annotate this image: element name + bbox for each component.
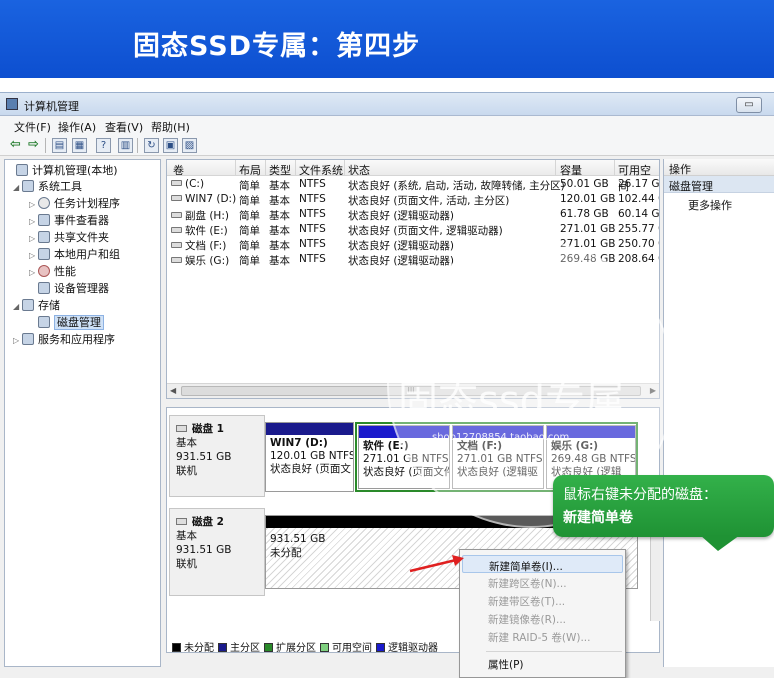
menu-help[interactable]: 帮助(H): [151, 119, 190, 135]
tree-item-event-viewer[interactable]: ▷ 事件查看器: [29, 212, 109, 228]
column-header-layout[interactable]: 布局: [239, 162, 261, 178]
menu-item-new-raid5-volume[interactable]: 新建 RAID-5 卷(W)...: [462, 627, 623, 645]
menu-item-new-mirrored-volume[interactable]: 新建镜像卷(R)...: [462, 609, 623, 627]
disk-1-info[interactable]: 磁盘 1 基本 931.51 GB 联机: [169, 415, 265, 497]
event-viewer-icon: [38, 214, 50, 226]
table-row[interactable]: 软件 (E:) 简单 基本 NTFS 状态良好 (页面文件, 逻辑驱动器) 271.01…: [167, 222, 659, 237]
tree-item-computer-management[interactable]: 计算机管理(本地): [7, 162, 118, 178]
tree-item-device-manager[interactable]: 设备管理器: [29, 280, 109, 296]
drive-icon: [171, 212, 182, 218]
tree-item-storage[interactable]: ◢ 存储: [13, 297, 60, 313]
red-arrow-icon: [409, 555, 464, 573]
menu-view[interactable]: 查看(V): [105, 119, 143, 135]
legend-item: 未分配: [172, 639, 214, 654]
table-row[interactable]: 副盘 (H:) 简单 基本 NTFS 状态良好 (逻辑驱动器) 61.78 GB 60.1…: [167, 207, 659, 222]
column-header-capacity[interactable]: 容量: [560, 162, 582, 178]
tree-item-task-scheduler[interactable]: ▷ 任务计划程序: [29, 195, 120, 211]
device-manager-icon: [38, 282, 50, 294]
table-row[interactable]: WIN7 (D:) 简单 基本 NTFS 状态良好 (页面文件, 活动, 主分区) 12…: [167, 192, 659, 207]
task-scheduler-icon: [38, 197, 50, 209]
shared-folders-icon: [38, 231, 50, 243]
watermark-url: shop12708854.taobao.com: [432, 432, 570, 443]
legend-item: 扩展分区: [264, 639, 316, 654]
callout-line-2: 新建简单卷: [563, 510, 633, 526]
menu-item-properties[interactable]: 属性(P): [462, 654, 623, 672]
actions-pane: 操作 磁盘管理 更多操作: [663, 159, 774, 667]
instruction-callout: 鼠标右键未分配的磁盘： 新建简单卷: [553, 475, 774, 537]
storage-icon: [22, 299, 34, 311]
refresh-icon[interactable]: ↻: [144, 138, 159, 153]
show-pane-icon[interactable]: ▥: [118, 138, 133, 153]
volume-list-header: 卷 布局 类型 文件系统 状态 容量 可用空间: [167, 160, 659, 193]
column-header-type[interactable]: 类型: [269, 162, 291, 178]
tree-item-performance[interactable]: ▷ 性能: [29, 263, 76, 279]
forward-arrow-icon[interactable]: ⇨: [26, 138, 41, 153]
app-icon: [6, 98, 18, 110]
legend-item: 可用空间: [320, 639, 372, 654]
drive-icon: [171, 195, 182, 201]
table-row[interactable]: (C:) 简单 基本 NTFS 状态良好 (系统, 启动, 活动, 故障转储, 主分区…: [167, 177, 659, 192]
system-tools-icon: [22, 180, 34, 192]
local-users-icon: [38, 248, 50, 260]
disk-2-info[interactable]: 磁盘 2 基本 931.51 GB 联机: [169, 508, 265, 596]
drive-icon: [171, 257, 182, 263]
disk-management-icon: [38, 316, 50, 328]
tree-item-shared-folders[interactable]: ▷ 共享文件夹: [29, 229, 109, 245]
drive-icon: [171, 180, 182, 186]
legend-item: 逻辑驱动器: [376, 639, 438, 654]
navigation-tree: 计算机管理(本地) ◢ 系统工具 ▷ 任务计划程序 ▷ 事件查看器 ▷ 共享文件夹 ▷ 本…: [4, 159, 161, 667]
column-header-filesystem[interactable]: 文件系统: [299, 162, 343, 178]
window-title: 计算机管理: [24, 100, 79, 113]
menu-action[interactable]: 操作(A): [58, 119, 96, 135]
menu-separator: [486, 651, 622, 652]
column-header-status[interactable]: 状态: [348, 162, 370, 178]
callout-line-1: 鼠标右键未分配的磁盘：: [563, 487, 717, 503]
scroll-left-icon[interactable]: ◀: [170, 386, 176, 395]
performance-icon: [38, 265, 50, 277]
tree-item-local-users[interactable]: ▷ 本地用户和组: [29, 246, 120, 262]
disk-icon: [176, 425, 187, 432]
disk-icon: [176, 518, 187, 525]
legend-item: 主分区: [218, 639, 260, 654]
tree-item-system-tools[interactable]: ◢ 系统工具: [13, 178, 82, 194]
banner-title: 固态SSD专属：第四步: [133, 31, 421, 62]
help-icon[interactable]: ?: [96, 138, 111, 153]
up-level-icon[interactable]: ▤: [52, 138, 67, 153]
back-arrow-icon[interactable]: ⇦: [8, 138, 23, 153]
more-actions-link[interactable]: 更多操作: [664, 193, 774, 213]
toolbar: ⇦ ⇨ ▤ ▦ ? ▥ ↻ ▣ ▨: [0, 135, 774, 156]
toolbar-separator: [45, 138, 46, 153]
title-bar: 计算机管理 ▭: [0, 93, 774, 116]
context-menu: 新建简单卷(I)... 新建跨区卷(N)... 新建带区卷(T)... 新建镜像…: [459, 549, 626, 678]
banner-gap: [0, 78, 774, 92]
partition-win7-d[interactable]: WIN7 (D:) 120.01 GB NTFS 状态良好 (页面文: [265, 422, 354, 492]
menu-item-new-striped-volume[interactable]: 新建带区卷(T)...: [462, 591, 623, 609]
actions-header: 操作: [664, 159, 774, 176]
show-tree-icon[interactable]: ▦: [72, 138, 87, 153]
menu-item-new-spanned-volume[interactable]: 新建跨区卷(N)...: [462, 573, 623, 591]
drive-icon: [171, 242, 182, 248]
computer-management-icon: [16, 164, 28, 176]
export-icon[interactable]: ▨: [182, 138, 197, 153]
tree-item-services-apps[interactable]: ▷ 服务和应用程序: [13, 331, 115, 347]
toolbar-separator: [137, 138, 138, 153]
menu-item-new-simple-volume[interactable]: 新建简单卷(I)...: [462, 555, 623, 573]
callout-tail: [700, 535, 740, 551]
watermark-text: 盗图必究: [437, 307, 590, 348]
properties-icon[interactable]: ▣: [163, 138, 178, 153]
watermark-text: 固态ssd专属: [398, 378, 626, 424]
menu-bar: 文件(F) 操作(A) 查看(V) 帮助(H): [0, 116, 774, 135]
services-icon: [22, 333, 34, 345]
actions-section-disk-management[interactable]: 磁盘管理: [664, 176, 774, 193]
drive-icon: [171, 227, 182, 233]
menu-file[interactable]: 文件(F): [14, 119, 51, 135]
table-row[interactable]: 文档 (F:) 简单 基本 NTFS 状态良好 (逻辑驱动器) 271.01 GB 250…: [167, 237, 659, 252]
header-banner: 固态SSD专属：第四步: [0, 0, 774, 78]
tree-item-disk-management[interactable]: 磁盘管理: [29, 314, 104, 330]
column-header-volume[interactable]: 卷: [173, 162, 184, 178]
minimize-button[interactable]: ▭: [736, 97, 762, 113]
